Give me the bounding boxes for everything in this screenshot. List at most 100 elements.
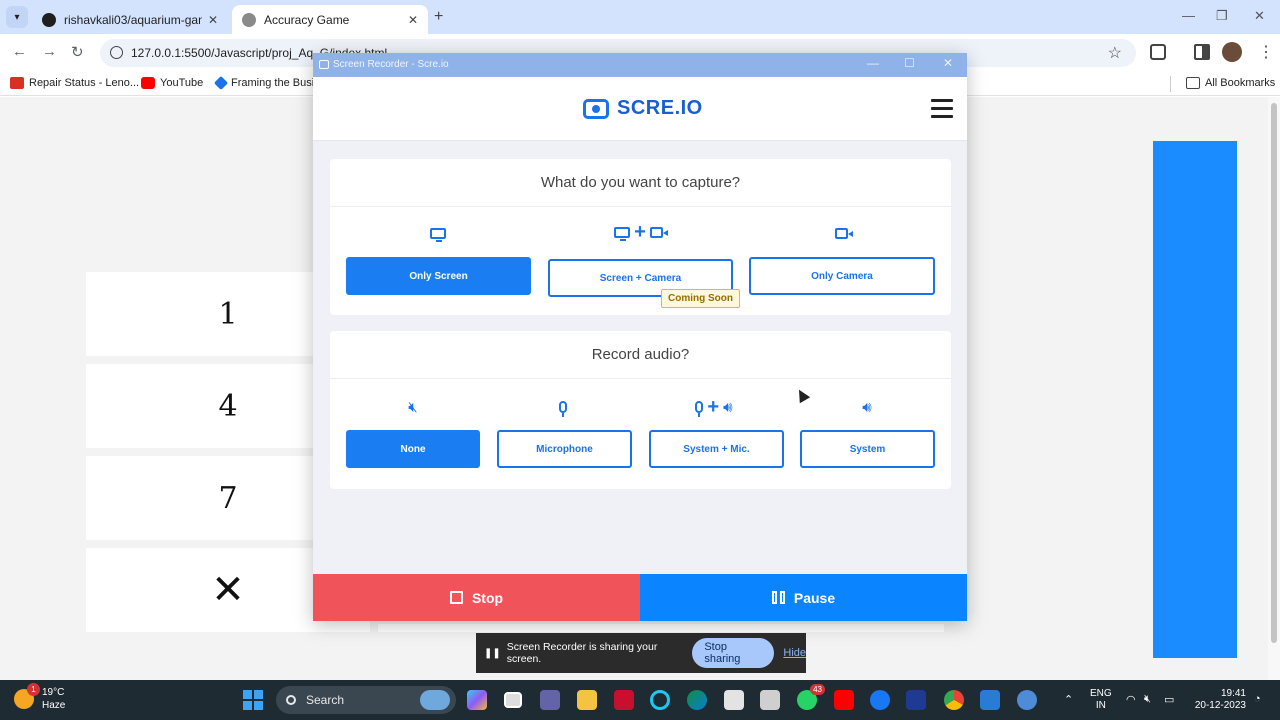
audio-question: Record audio? xyxy=(330,331,951,379)
all-bookmarks-label: All Bookmarks xyxy=(1205,77,1276,89)
bookmark-repair-status[interactable]: Repair Status - Leno... xyxy=(10,77,139,89)
audio-system-mic-button[interactable]: System + Mic. xyxy=(649,430,784,468)
forward-icon[interactable]: → xyxy=(42,43,57,60)
hamburger-menu-icon[interactable] xyxy=(931,99,953,118)
recorder-controls: Stop Pause xyxy=(313,574,967,621)
youtube-app-icon[interactable] xyxy=(834,690,854,710)
recorder-maximize-icon[interactable]: ☐ xyxy=(904,56,915,70)
record-logo-icon xyxy=(583,98,609,119)
tab-title: Accuracy Game xyxy=(264,12,350,27)
hide-link[interactable]: Hide xyxy=(783,647,806,659)
extensions-icon[interactable] xyxy=(1150,44,1166,60)
weather-temp: 19°C xyxy=(42,687,65,698)
whatsapp-icon[interactable]: 43 xyxy=(797,684,825,710)
bookmark-framing[interactable]: Framing the Busin xyxy=(213,75,321,91)
stop-icon xyxy=(449,591,463,604)
copilot-icon[interactable] xyxy=(467,690,487,710)
store-icon[interactable] xyxy=(724,690,744,710)
screen-recorder-window: Screen Recorder - Scre.io — ☐ ✕ SCRE.IO … xyxy=(313,53,967,621)
screio-logo: SCRE.IO xyxy=(583,97,703,120)
back-icon[interactable]: ← xyxy=(12,43,27,60)
share-message: Screen Recorder is sharing your screen. xyxy=(506,641,658,665)
edge-icon[interactable] xyxy=(687,690,707,710)
volume-muted-icon[interactable]: 🔇︎ xyxy=(1144,693,1151,706)
reload-icon[interactable]: ↻ xyxy=(71,43,84,61)
start-button[interactable] xyxy=(243,690,263,710)
recorder-minimize-icon[interactable]: — xyxy=(867,56,879,70)
screen-share-notice: ❚❚ Screen Recorder is sharing your scree… xyxy=(476,633,806,673)
speaker-icon: 🔊︎ xyxy=(862,398,872,416)
pause-button[interactable]: Pause xyxy=(640,574,967,621)
tab-accuracy-game[interactable]: Accuracy Game ✕ xyxy=(232,5,428,34)
vscode-icon[interactable] xyxy=(980,690,1000,710)
github-icon xyxy=(42,12,56,27)
battery-icon[interactable]: ▭ xyxy=(1164,693,1174,706)
maximize-icon[interactable]: ❐ xyxy=(1216,8,1228,24)
cortana-icon[interactable] xyxy=(650,690,670,710)
file-explorer-icon[interactable] xyxy=(577,690,597,710)
audio-microphone-button[interactable]: Microphone xyxy=(497,430,632,468)
monitor-icon xyxy=(430,225,446,242)
recorder-close-icon[interactable]: ✕ xyxy=(943,56,953,70)
pause-icon xyxy=(771,591,785,604)
widgets-icon[interactable] xyxy=(420,690,450,710)
lenovo-app-icon[interactable] xyxy=(906,690,926,710)
all-bookmarks[interactable]: All Bookmarks xyxy=(1186,77,1275,89)
pause-bars-icon: ❚❚ xyxy=(484,647,501,659)
audio-none-button[interactable]: None xyxy=(346,430,480,468)
bookmark-label: YouTube xyxy=(160,77,204,89)
tab-search-button[interactable]: ▾ xyxy=(6,6,28,28)
recorder-window-title: Screen Recorder - Scre.io xyxy=(333,59,449,70)
weather-badge: 1 xyxy=(27,683,40,696)
menu-kebab-icon[interactable]: ⋮ xyxy=(1258,42,1274,62)
pause-label: Pause xyxy=(793,589,836,606)
recorder-app-icon xyxy=(319,60,329,69)
coming-soon-badge: Coming Soon xyxy=(661,289,740,308)
close-window-icon[interactable]: ✕ xyxy=(1254,8,1265,24)
bookmark-star-icon[interactable]: ☆ xyxy=(1108,43,1122,63)
language-indicator[interactable]: ENG IN xyxy=(1090,688,1112,712)
weather-desc: Haze xyxy=(42,700,66,711)
accuracy-bar xyxy=(1153,141,1237,658)
wifi-icon[interactable]: ◠ xyxy=(1126,693,1136,706)
bookmark-label: Framing the Busin xyxy=(231,77,321,89)
weather-sun-icon: 1 xyxy=(14,683,40,709)
bookmark-label: Repair Status - Leno... xyxy=(29,77,140,89)
new-tab-icon[interactable]: + xyxy=(434,8,443,26)
only-camera-button[interactable]: Only Camera xyxy=(749,257,935,295)
tab-github[interactable]: rishavkali03/aquarium-game: M ✕ xyxy=(32,5,228,34)
notification-icon[interactable]: ◔ xyxy=(1254,693,1261,705)
facebook-icon[interactable] xyxy=(870,690,890,710)
minimize-icon[interactable]: — xyxy=(1182,8,1195,23)
teams-icon[interactable] xyxy=(540,690,560,710)
profile-avatar[interactable] xyxy=(1222,42,1242,62)
capture-question: What do you want to capture? xyxy=(330,159,951,207)
recorder-titlebar[interactable]: Screen Recorder - Scre.io — ☐ ✕ xyxy=(313,53,967,77)
screen-recorder-app-icon[interactable] xyxy=(1017,690,1037,710)
lang-bottom: IN xyxy=(1095,700,1106,711)
mail-icon[interactable] xyxy=(760,690,780,710)
only-screen-button[interactable]: Only Screen xyxy=(346,257,531,295)
tray-chevron-icon[interactable]: ⌃ xyxy=(1064,693,1073,706)
tab-title: rishavkali03/aquarium-game: M xyxy=(64,12,202,27)
mcafee-icon[interactable] xyxy=(614,690,634,710)
whatsapp-badge: 43 xyxy=(810,684,825,695)
chrome-icon[interactable] xyxy=(944,690,964,710)
browser-tab-bar: ▾ rishavkali03/aquarium-game: M ✕ Accura… xyxy=(0,0,1280,34)
system-clock[interactable]: 19:41 20-12-2023 xyxy=(1190,688,1246,712)
search-icon xyxy=(286,695,296,705)
recorder-header: SCRE.IO xyxy=(313,77,967,141)
close-tab-icon[interactable]: ✕ xyxy=(408,13,418,27)
stop-sharing-button[interactable]: Stop sharing xyxy=(692,638,775,668)
audio-system-button[interactable]: System xyxy=(800,430,935,468)
site-info-icon[interactable] xyxy=(110,46,123,59)
task-view-icon[interactable] xyxy=(504,692,522,708)
microphone-icon xyxy=(555,397,571,417)
windows-taskbar: 1 19°C Haze Search 43 ⌃ ENG IN ◠ 🔇︎ ▭ 19… xyxy=(0,680,1280,720)
close-tab-icon[interactable]: ✕ xyxy=(208,13,218,27)
stop-button[interactable]: Stop xyxy=(313,574,640,621)
weather-widget[interactable]: 1 19°C Haze xyxy=(14,683,66,712)
bookmark-youtube[interactable]: YouTube xyxy=(141,77,203,89)
side-panel-icon[interactable] xyxy=(1194,44,1210,60)
page-scrollbar[interactable] xyxy=(1268,97,1280,680)
